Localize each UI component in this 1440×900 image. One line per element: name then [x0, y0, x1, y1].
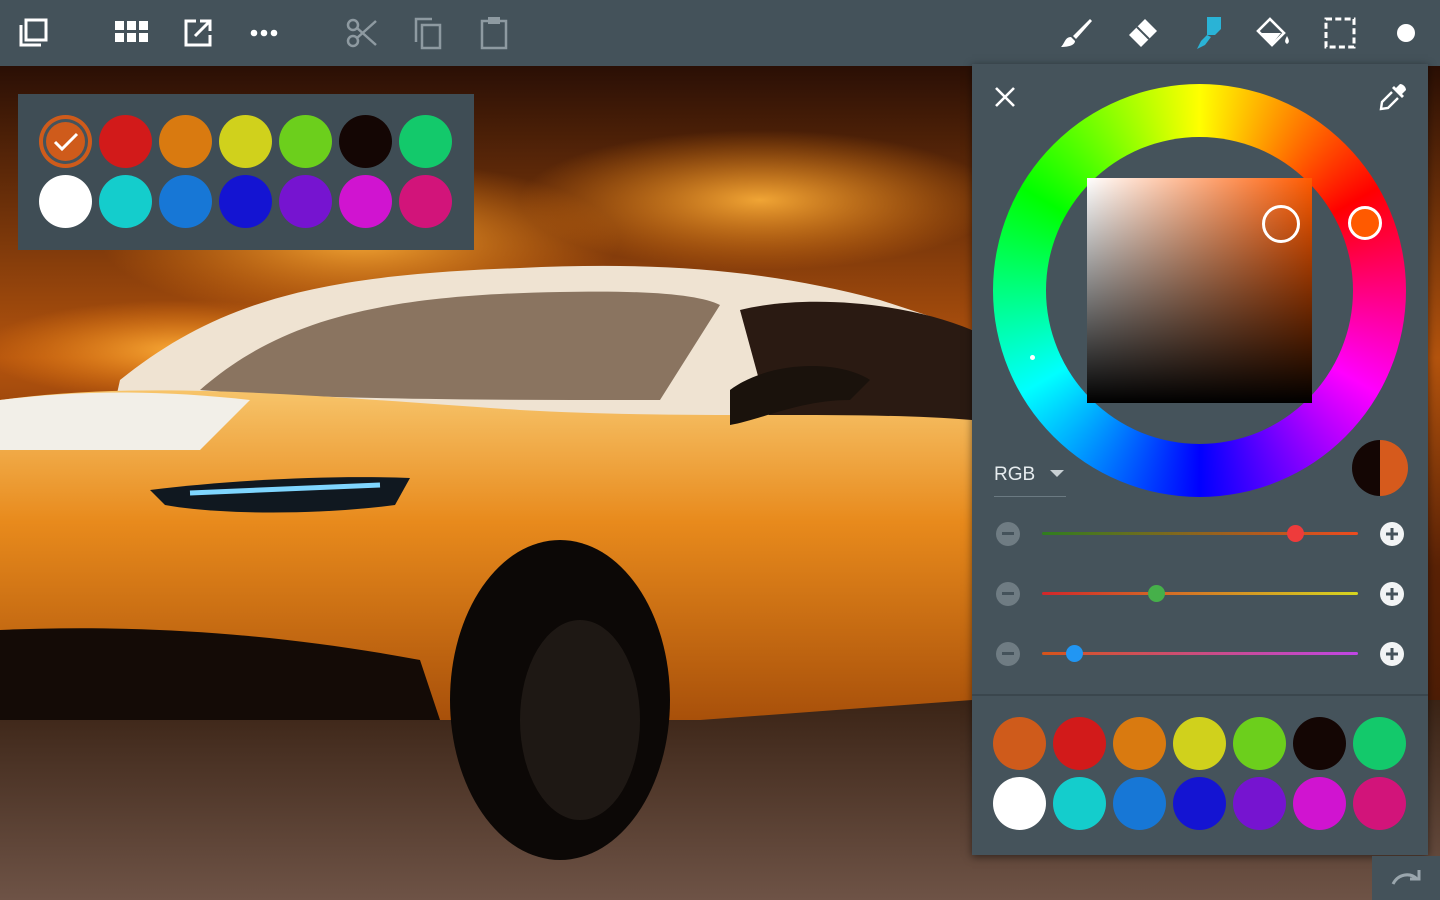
increase-button[interactable] [1380, 642, 1404, 666]
layers-button[interactable] [9, 9, 57, 57]
brush-tool[interactable] [1052, 9, 1100, 57]
copy-icon [414, 17, 442, 50]
color-swatch[interactable] [99, 115, 152, 168]
grid-icon [115, 21, 148, 42]
color-picker-panel: RGB [972, 64, 1428, 855]
color-swatch[interactable] [1053, 717, 1106, 770]
smudge-tool[interactable] [1184, 9, 1232, 57]
top-toolbar [0, 0, 1440, 66]
smudge-icon [1197, 17, 1221, 49]
redo-button[interactable] [1372, 856, 1440, 900]
increase-button[interactable] [1380, 582, 1404, 606]
color-swatch[interactable] [1053, 777, 1106, 830]
color-swatch[interactable] [219, 115, 272, 168]
color-swatch[interactable] [219, 175, 272, 228]
color-swatch[interactable] [1113, 777, 1166, 830]
slider-track[interactable] [1042, 652, 1358, 655]
quick-palette [18, 94, 474, 250]
more-horizontal-icon [250, 29, 278, 37]
previous-color[interactable] [1352, 440, 1380, 496]
slider-track[interactable] [1042, 532, 1358, 535]
selected-swatch-fill [46, 122, 85, 161]
minus-icon [1002, 592, 1014, 595]
color-swatch[interactable] [339, 175, 392, 228]
eyedropper-icon [1379, 84, 1406, 111]
plus-icon [1386, 528, 1398, 540]
color-swatch[interactable] [279, 175, 332, 228]
slider-thumb[interactable] [1147, 585, 1165, 602]
color-swatch[interactable] [1293, 717, 1346, 770]
slider-row-red [972, 514, 1428, 554]
panel-divider [972, 694, 1428, 696]
minus-icon [1002, 652, 1014, 655]
decrease-button[interactable] [996, 582, 1020, 606]
current-color[interactable] [1380, 440, 1408, 496]
hue-handle[interactable] [1348, 206, 1382, 240]
cut-button[interactable] [338, 9, 386, 57]
paste-button[interactable] [470, 9, 518, 57]
clipboard-icon [480, 17, 508, 50]
color-mode-dropdown[interactable]: RGB [994, 462, 1066, 497]
color-swatch[interactable] [1293, 777, 1346, 830]
chevron-down-icon [1050, 470, 1064, 477]
brush-icon [1061, 19, 1092, 47]
copy-button[interactable] [404, 9, 452, 57]
gallery-button[interactable] [108, 9, 156, 57]
color-swatch[interactable] [1353, 717, 1406, 770]
slider-thumb[interactable] [1065, 645, 1083, 662]
color-swatch[interactable] [1113, 717, 1166, 770]
color-swatch[interactable] [1173, 777, 1226, 830]
color-swatch[interactable] [1233, 777, 1286, 830]
scissors-icon [346, 18, 377, 48]
increase-button[interactable] [1380, 522, 1404, 546]
color-compare-swatch[interactable] [1352, 440, 1408, 496]
eraser-tool[interactable] [1118, 9, 1166, 57]
plus-icon [1386, 648, 1398, 660]
color-swatch[interactable] [1353, 777, 1406, 830]
decrease-button[interactable] [996, 642, 1020, 666]
close-button[interactable] [986, 78, 1024, 116]
color-swatch[interactable] [279, 115, 332, 168]
color-swatch[interactable] [39, 175, 92, 228]
slider-track[interactable] [1042, 592, 1358, 595]
dot-icon [1397, 24, 1415, 42]
slider-thumb[interactable] [1286, 525, 1304, 542]
color-swatch[interactable] [399, 175, 452, 228]
color-swatch[interactable] [159, 115, 212, 168]
eyedropper-button[interactable] [1374, 78, 1412, 116]
paint-bucket-icon [1256, 17, 1289, 47]
brush-size-indicator[interactable] [1382, 9, 1430, 57]
fill-tool[interactable] [1250, 9, 1298, 57]
eraser-icon [1129, 19, 1157, 47]
slider-row-blue [972, 634, 1428, 674]
open-external-icon [184, 19, 212, 47]
color-swatch[interactable] [399, 115, 452, 168]
dashed-selection-icon [1324, 17, 1356, 49]
color-mode-label: RGB [994, 464, 1036, 485]
hue-marker-dot [1030, 355, 1035, 360]
color-swatch[interactable] [339, 115, 392, 168]
color-swatch[interactable] [993, 717, 1046, 770]
selection-tool[interactable] [1316, 9, 1364, 57]
minus-icon [1002, 532, 1014, 535]
slider-row-green [972, 574, 1428, 614]
color-swatch[interactable] [1233, 717, 1286, 770]
plus-icon [1386, 588, 1398, 600]
color-swatch[interactable] [159, 175, 212, 228]
layers-icon [19, 18, 48, 47]
color-swatch[interactable] [1173, 717, 1226, 770]
export-button[interactable] [174, 9, 222, 57]
color-swatch[interactable] [39, 115, 92, 168]
color-swatch[interactable] [99, 175, 152, 228]
redo-icon [1391, 870, 1421, 885]
more-button[interactable] [240, 9, 288, 57]
saturation-value-handle[interactable] [1262, 205, 1300, 243]
checkmark-icon [53, 132, 78, 151]
close-icon [995, 87, 1015, 107]
color-swatch[interactable] [993, 777, 1046, 830]
decrease-button[interactable] [996, 522, 1020, 546]
